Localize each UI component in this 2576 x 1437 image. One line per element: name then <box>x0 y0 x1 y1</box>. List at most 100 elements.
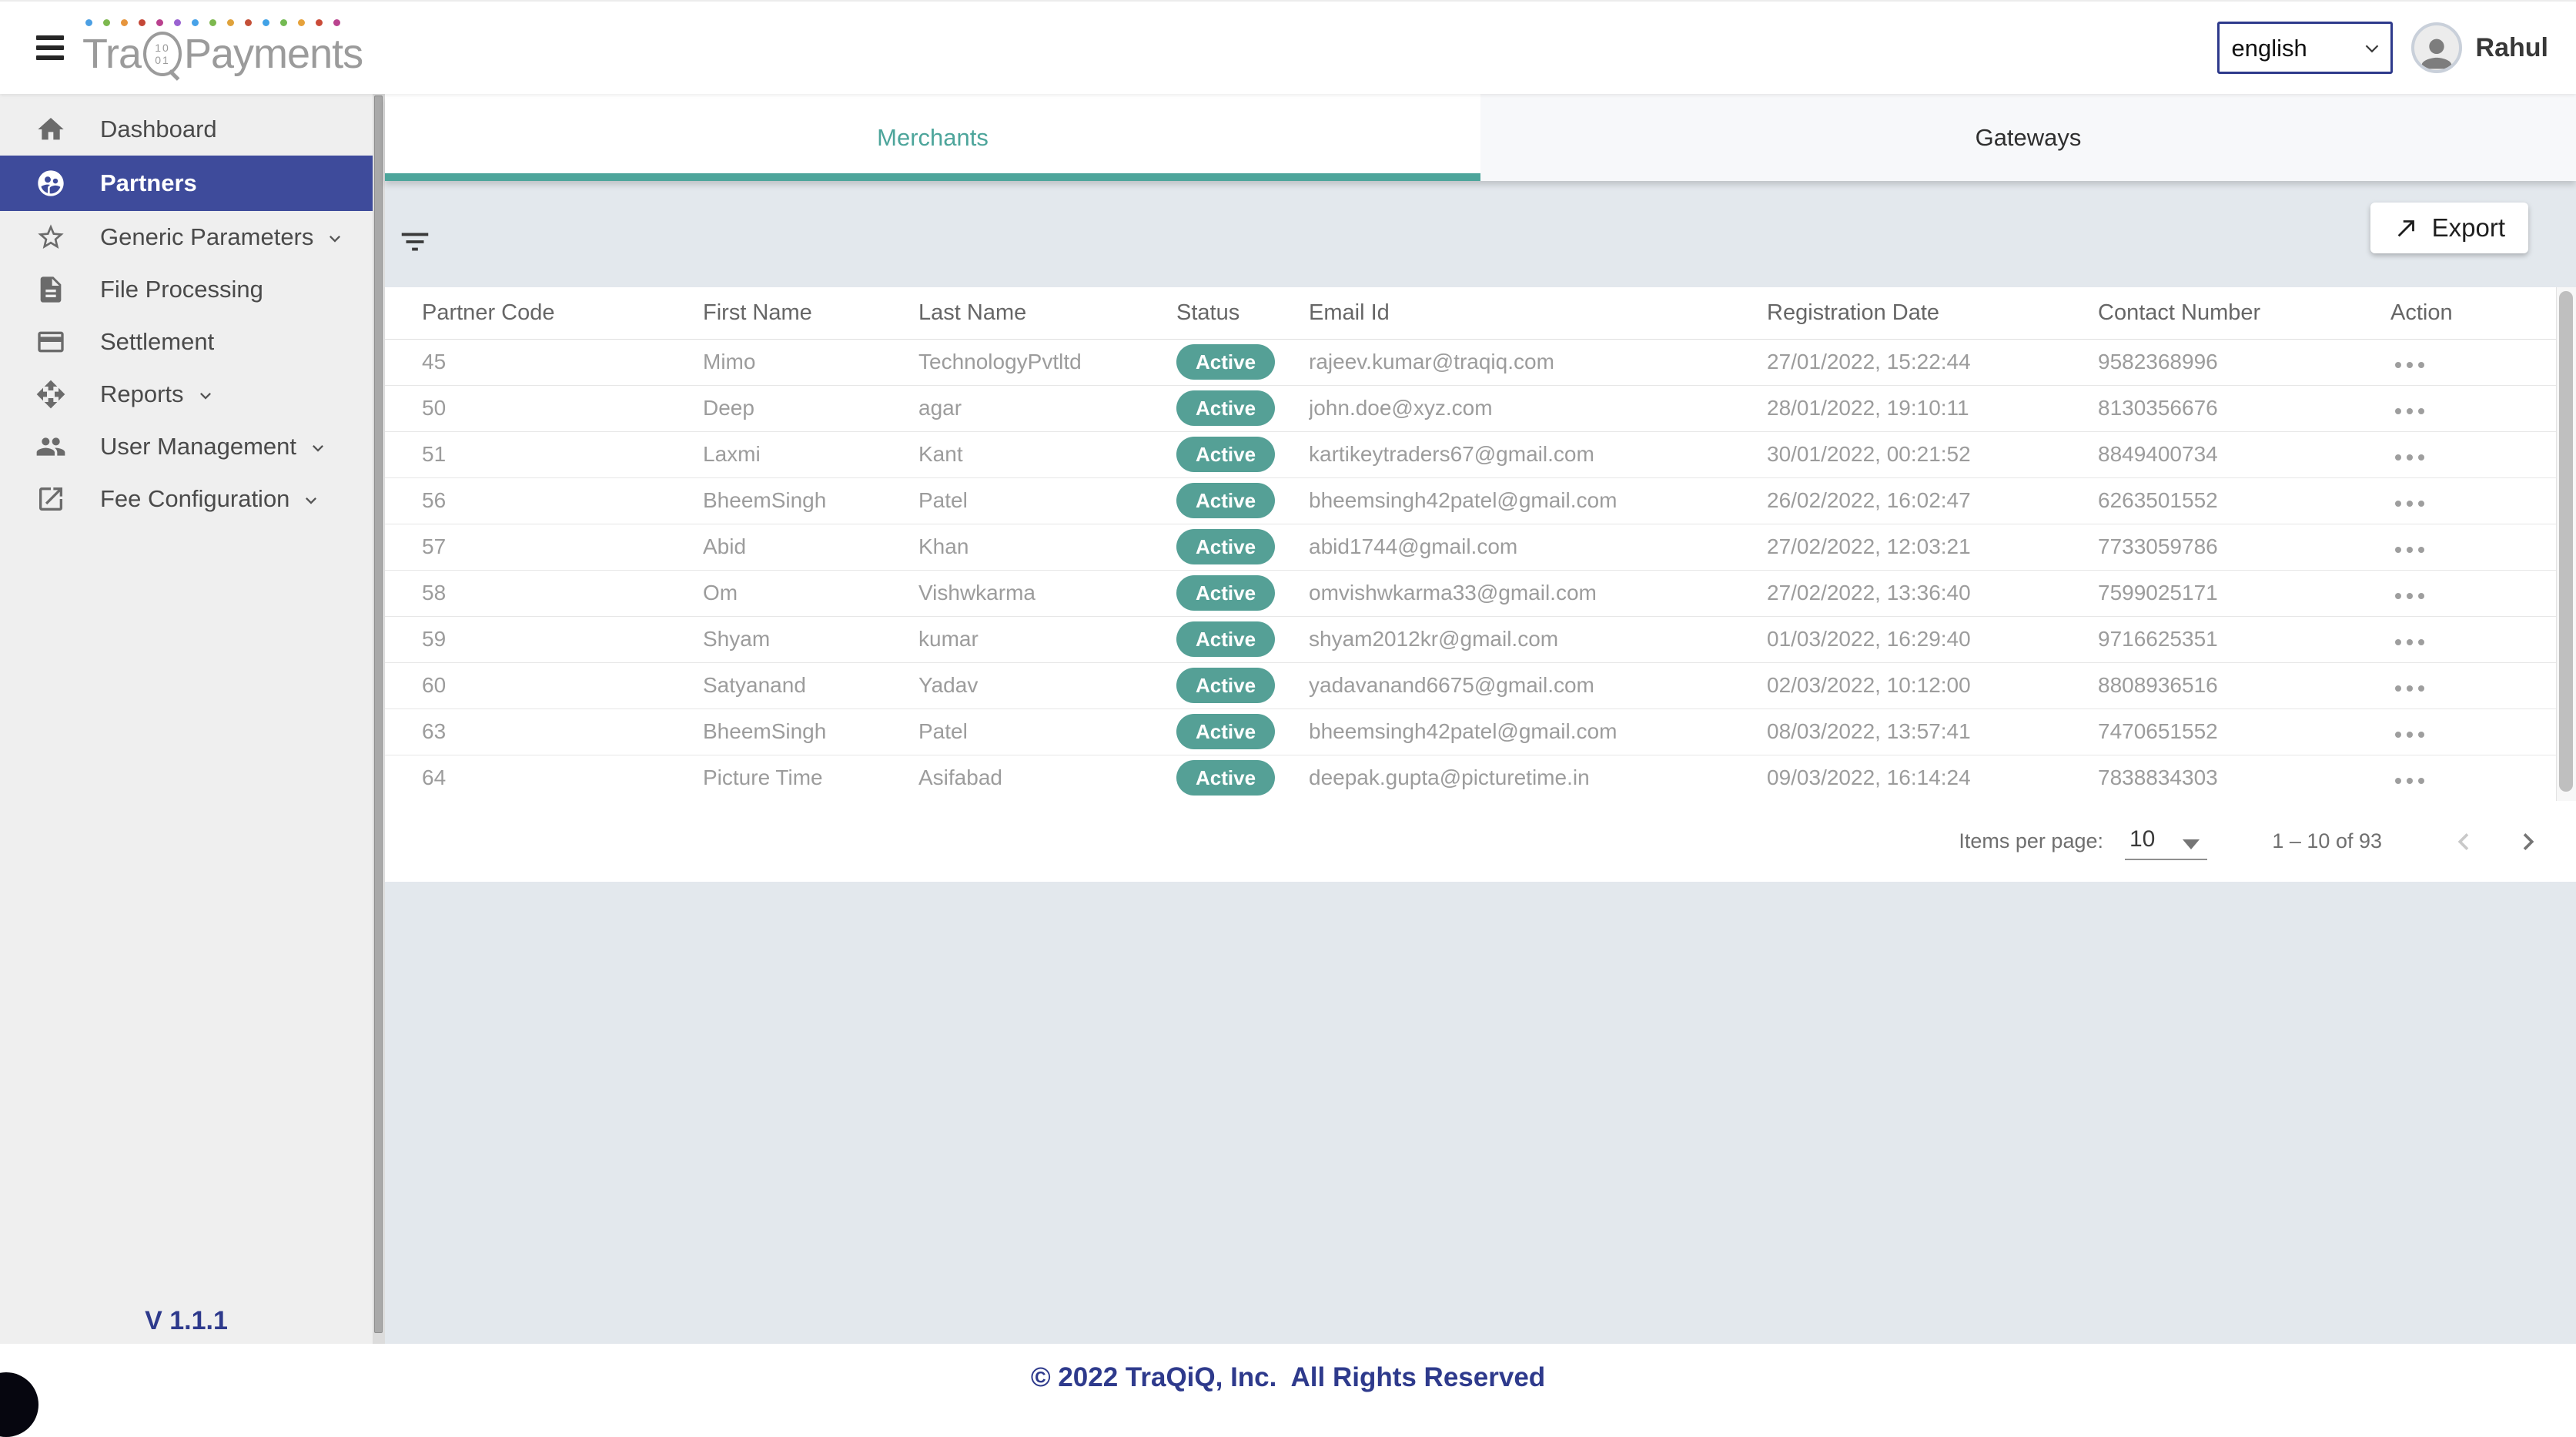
filter-icon[interactable] <box>397 224 433 260</box>
cell-registration-date: 30/01/2022, 00:21:52 <box>1767 431 2098 477</box>
col-last-name: Last Name <box>918 287 1176 339</box>
row-actions-button[interactable] <box>2390 724 2429 745</box>
row-actions-button[interactable] <box>2390 770 2429 792</box>
content: Export Partner Code First Name Last Name… <box>385 181 2576 1344</box>
sidebar-item-settlement[interactable]: Settlement <box>0 316 385 368</box>
cell-email: omvishwkarma33@gmail.com <box>1309 570 1767 616</box>
cell-first-name: Mimo <box>703 339 918 385</box>
col-action: Action <box>2390 287 2556 339</box>
cell-contact-number: 9582368996 <box>2098 339 2390 385</box>
sidebar-item-partners[interactable]: Partners <box>0 156 385 211</box>
export-arrow-icon <box>2394 215 2420 241</box>
logo-text: Tra1001Payments <box>82 32 363 76</box>
card-icon <box>35 327 66 357</box>
table-scrollbar[interactable] <box>2556 287 2576 801</box>
cell-status: Active <box>1176 755 1309 801</box>
tab-merchants[interactable]: Merchants <box>385 94 1480 181</box>
tab-gateways[interactable]: Gateways <box>1480 94 2576 181</box>
export-button[interactable]: Export <box>2370 203 2528 253</box>
row-actions-button[interactable] <box>2390 354 2429 376</box>
sidebar-scrollbar-thumb[interactable] <box>374 95 383 1333</box>
items-per-page-select[interactable]: 10 <box>2125 823 2207 860</box>
table-row: 51 Laxmi Kant Active kartikeytraders67@g… <box>385 431 2556 477</box>
cell-contact-number: 7599025171 <box>2098 570 2390 616</box>
chevron-down-icon <box>324 228 346 250</box>
logo-dot <box>103 19 110 26</box>
table-row: 58 Om Vishwkarma Active omvishwkarma33@g… <box>385 570 2556 616</box>
table-scrollbar-thumb[interactable] <box>2559 291 2573 792</box>
col-status: Status <box>1176 287 1309 339</box>
col-contact-number: Contact Number <box>2098 287 2390 339</box>
sidebar-item-fee-configuration[interactable]: Fee Configuration <box>0 473 385 525</box>
cell-registration-date: 27/01/2022, 15:22:44 <box>1767 339 2098 385</box>
row-actions-button[interactable] <box>2390 585 2429 607</box>
language-select[interactable]: english <box>2217 22 2393 74</box>
sidebar-item-file-processing[interactable]: File Processing <box>0 263 385 316</box>
row-actions-button[interactable] <box>2390 539 2429 561</box>
cell-first-name: Picture Time <box>703 755 918 801</box>
sidebar-scrollbar[interactable] <box>373 94 385 1344</box>
row-actions-button[interactable] <box>2390 493 2429 514</box>
cell-partner-code: 59 <box>385 616 703 662</box>
partners-table: Partner Code First Name Last Name Status… <box>385 287 2556 802</box>
row-actions-button[interactable] <box>2390 447 2429 468</box>
cell-email: shyam2012kr@gmail.com <box>1309 616 1767 662</box>
col-partner-code: Partner Code <box>385 287 703 339</box>
cell-registration-date: 09/03/2022, 16:14:24 <box>1767 755 2098 801</box>
sidebar: Dashboard Partners Generic Parameters Fi… <box>0 94 385 1344</box>
cell-action <box>2390 524 2556 570</box>
sidebar-item-generic-parameters[interactable]: Generic Parameters <box>0 211 385 263</box>
sidebar-item-dashboard[interactable]: Dashboard <box>0 103 385 156</box>
cell-registration-date: 26/02/2022, 16:02:47 <box>1767 477 2098 524</box>
chevron-down-icon <box>307 437 329 459</box>
table-row: 60 Satyanand Yadav Active yadavanand6675… <box>385 662 2556 708</box>
cell-status: Active <box>1176 385 1309 431</box>
logo-dot <box>192 19 199 26</box>
status-badge: Active <box>1176 668 1275 703</box>
language-select-wrap: english <box>2217 22 2393 74</box>
cell-status: Active <box>1176 524 1309 570</box>
cell-email: bheemsingh42patel@gmail.com <box>1309 708 1767 755</box>
cell-registration-date: 08/03/2022, 13:57:41 <box>1767 708 2098 755</box>
row-actions-button[interactable] <box>2390 678 2429 699</box>
cell-contact-number: 6263501552 <box>2098 477 2390 524</box>
cell-last-name: Kant <box>918 431 1176 477</box>
logo-dot <box>156 19 163 26</box>
cell-status: Active <box>1176 477 1309 524</box>
cell-registration-date: 27/02/2022, 13:36:40 <box>1767 570 2098 616</box>
cell-contact-number: 7733059786 <box>2098 524 2390 570</box>
avatar[interactable] <box>2411 22 2462 73</box>
cell-first-name: Satyanand <box>703 662 918 708</box>
row-actions-button[interactable] <box>2390 631 2429 653</box>
cell-email: abid1744@gmail.com <box>1309 524 1767 570</box>
cell-partner-code: 51 <box>385 431 703 477</box>
app-header: Tra1001Payments english Rahul <box>0 0 2576 94</box>
status-badge: Active <box>1176 437 1275 472</box>
launch-icon <box>35 484 66 514</box>
table-row: 50 Deep agar Active john.doe@xyz.com 28/… <box>385 385 2556 431</box>
prev-page-icon[interactable] <box>2447 825 2481 859</box>
cell-contact-number: 9716625351 <box>2098 616 2390 662</box>
cell-action <box>2390 477 2556 524</box>
cell-action <box>2390 755 2556 801</box>
menu-icon[interactable] <box>36 35 64 60</box>
cell-status: Active <box>1176 662 1309 708</box>
status-badge: Active <box>1176 575 1275 611</box>
logo-dot <box>263 19 269 26</box>
cell-last-name: Vishwkarma <box>918 570 1176 616</box>
app-logo: Tra1001Payments <box>82 19 363 76</box>
footer: © 2022 TraQiQ, Inc. All Rights Reserved <box>0 1344 2576 1411</box>
sidebar-item-user-management[interactable]: User Management <box>0 420 385 473</box>
sidebar-item-reports[interactable]: Reports <box>0 368 385 420</box>
cell-registration-date: 28/01/2022, 19:10:11 <box>1767 385 2098 431</box>
cell-partner-code: 45 <box>385 339 703 385</box>
next-page-icon[interactable] <box>2511 825 2545 859</box>
dropdown-arrow-icon <box>2183 839 2200 849</box>
cell-contact-number: 8808936516 <box>2098 662 2390 708</box>
cell-action <box>2390 431 2556 477</box>
cell-contact-number: 7470651552 <box>2098 708 2390 755</box>
copyright-text: © 2022 TraQiQ, Inc. All Rights Reserved <box>1031 1362 1545 1393</box>
cell-partner-code: 50 <box>385 385 703 431</box>
row-actions-button[interactable] <box>2390 400 2429 422</box>
logo-dot <box>245 19 252 26</box>
